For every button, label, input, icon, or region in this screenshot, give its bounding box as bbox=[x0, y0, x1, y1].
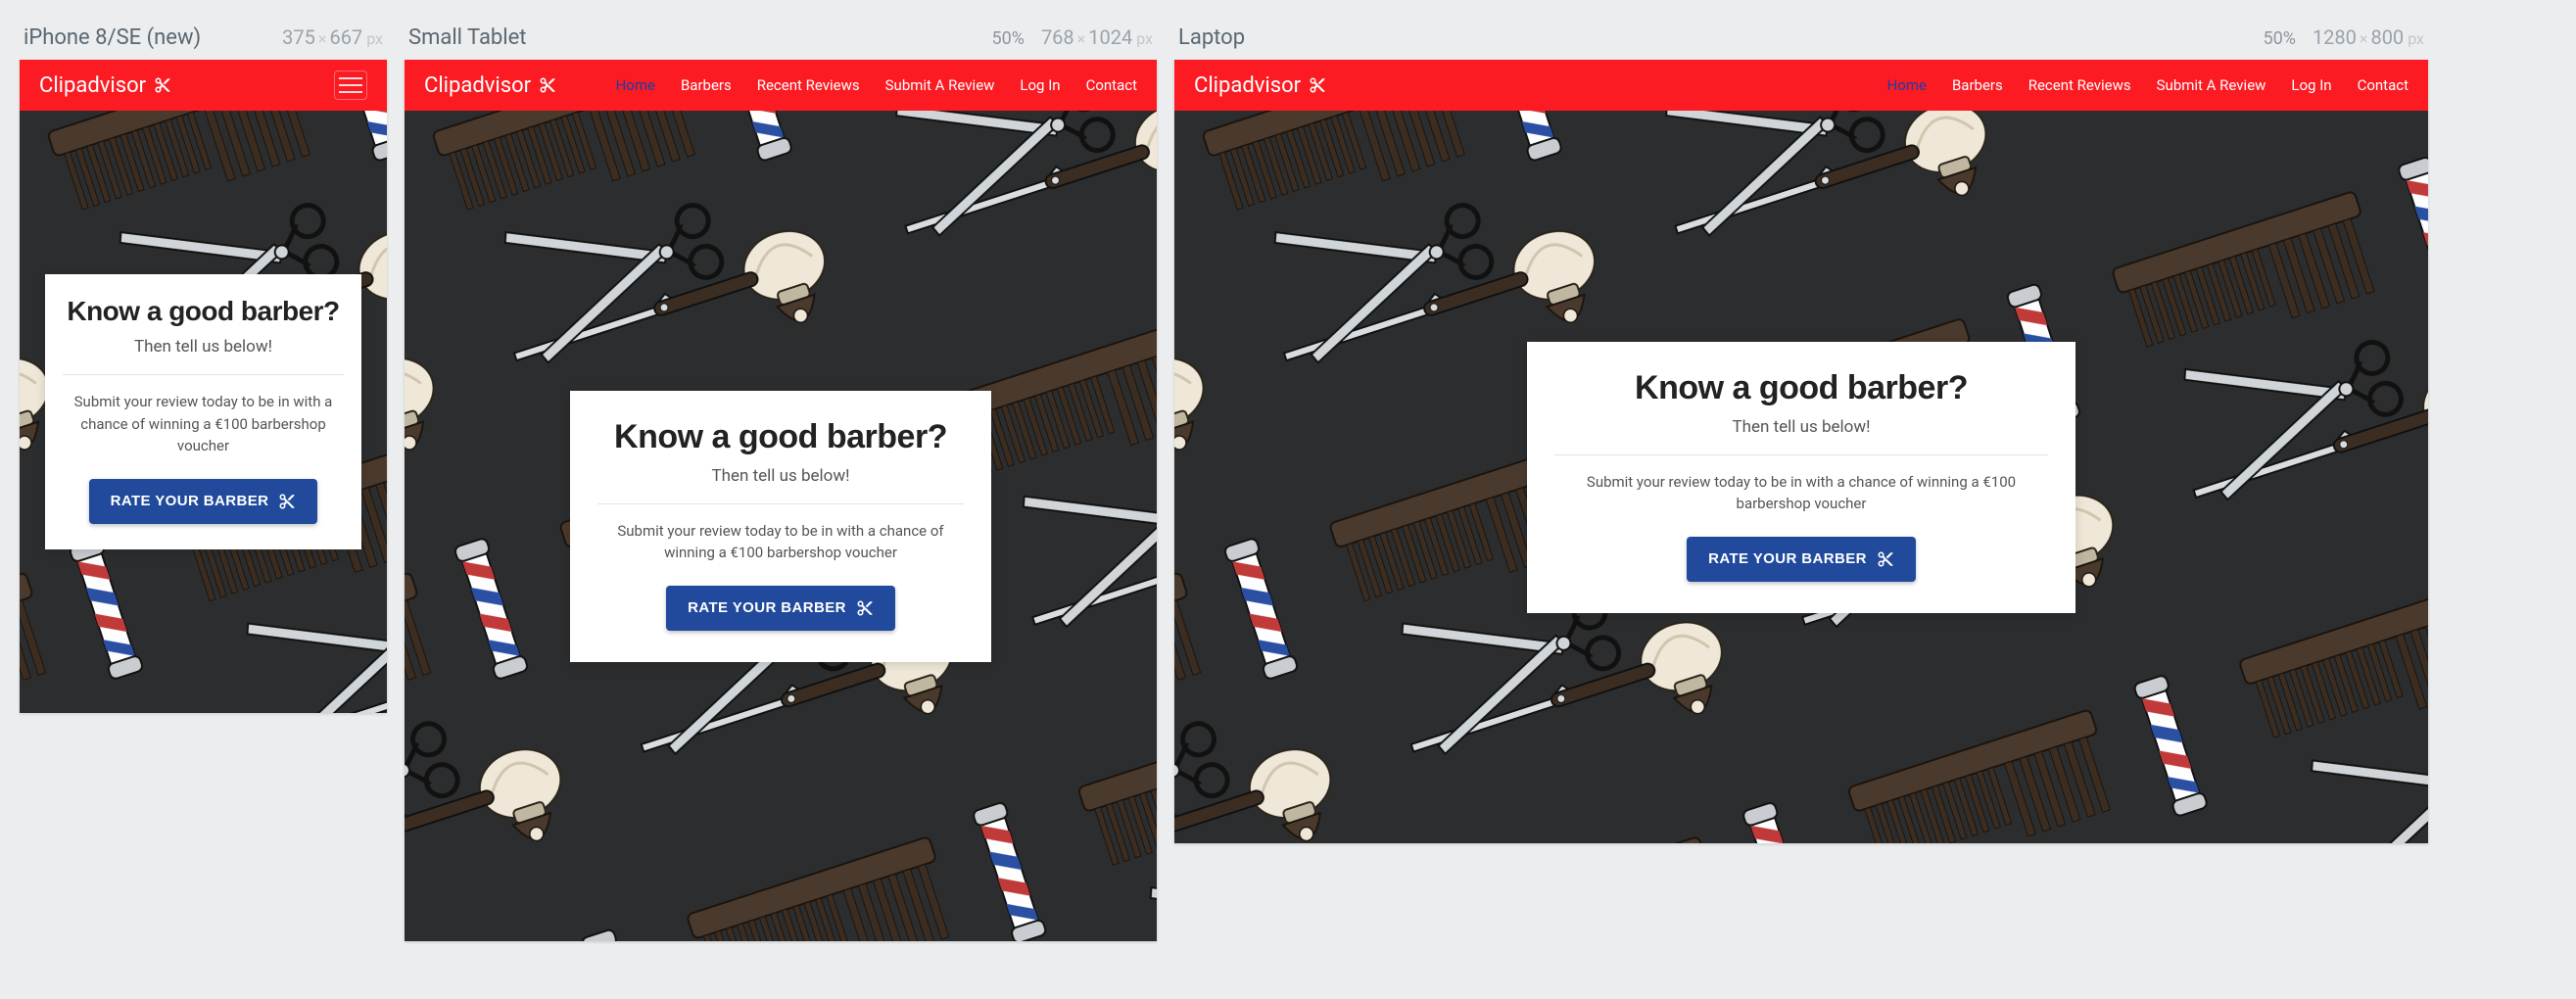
scissors-icon bbox=[856, 599, 874, 617]
rate-barber-button[interactable]: RATE YOUR BARBER bbox=[89, 479, 318, 524]
scissors-icon bbox=[539, 76, 556, 94]
nav-login[interactable]: Log In bbox=[1020, 76, 1060, 94]
brand[interactable]: Clipadvisor bbox=[424, 73, 556, 98]
hero-card: Know a good barber? Then tell us below! … bbox=[1527, 342, 2075, 613]
rate-barber-button[interactable]: RATE YOUR BARBER bbox=[666, 586, 895, 631]
cta-label: RATE YOUR BARBER bbox=[688, 599, 846, 616]
hero-card: Know a good barber? Then tell us below! … bbox=[570, 391, 991, 662]
frame-label: Small Tablet bbox=[408, 25, 527, 50]
cta-label: RATE YOUR BARBER bbox=[111, 493, 269, 509]
nav-submit-review[interactable]: Submit A Review bbox=[885, 76, 995, 94]
hero-promo: Submit your review today to be in with a… bbox=[63, 391, 344, 457]
hero-promo: Submit your review today to be in with a… bbox=[597, 520, 964, 564]
brand-text: Clipadvisor bbox=[424, 73, 531, 98]
nav-home[interactable]: Home bbox=[1887, 76, 1927, 94]
nav-recent-reviews[interactable]: Recent Reviews bbox=[2028, 76, 2131, 94]
hero-title: Know a good barber? bbox=[597, 418, 964, 456]
navbar: Clipadvisor bbox=[20, 60, 387, 111]
nav-recent-reviews[interactable]: Recent Reviews bbox=[757, 76, 860, 94]
nav-toggle-button[interactable] bbox=[334, 71, 367, 100]
cta-label: RATE YOUR BARBER bbox=[1708, 550, 1867, 567]
hero-subtitle: Then tell us below! bbox=[1554, 417, 2048, 437]
brand-text: Clipadvisor bbox=[39, 73, 146, 98]
viewport-tablet: Clipadvisor Home Barbers Recent Reviews … bbox=[405, 60, 1157, 941]
nav-login[interactable]: Log In bbox=[2291, 76, 2331, 94]
frame-header-laptop: Laptop 50% 1280×800px bbox=[1174, 20, 2428, 60]
nav-submit-review[interactable]: Submit A Review bbox=[2157, 76, 2266, 94]
nav-home[interactable]: Home bbox=[616, 76, 655, 94]
brand-text: Clipadvisor bbox=[1194, 73, 1301, 98]
viewport-laptop: Clipadvisor Home Barbers Recent Reviews … bbox=[1174, 60, 2428, 843]
hero-promo: Submit your review today to be in with a… bbox=[1554, 471, 2048, 515]
scissors-icon bbox=[154, 76, 171, 94]
frame-label: Laptop bbox=[1178, 25, 1245, 50]
hero-title: Know a good barber? bbox=[63, 296, 344, 327]
frame-header-mobile: iPhone 8/SE (new) 375×667px bbox=[20, 20, 387, 60]
hero: Know a good barber? Then tell us below! … bbox=[20, 111, 387, 713]
scissors-icon bbox=[1309, 76, 1326, 94]
nav-contact[interactable]: Contact bbox=[1086, 76, 1137, 94]
scissors-icon bbox=[1877, 550, 1894, 568]
nav-barbers[interactable]: Barbers bbox=[1952, 76, 2003, 94]
hero-subtitle: Then tell us below! bbox=[597, 466, 964, 486]
nav-links: Home Barbers Recent Reviews Submit A Rev… bbox=[1887, 76, 2409, 94]
frame-label: iPhone 8/SE (new) bbox=[24, 25, 201, 50]
hero: Know a good barber? Then tell us below! … bbox=[405, 111, 1157, 941]
hero-title: Know a good barber? bbox=[1554, 369, 2048, 407]
frame-dims: 50% 768×1024px bbox=[992, 25, 1153, 49]
hero-subtitle: Then tell us below! bbox=[63, 337, 344, 357]
frame-header-tablet: Small Tablet 50% 768×1024px bbox=[405, 20, 1157, 60]
nav-links: Home Barbers Recent Reviews Submit A Rev… bbox=[616, 76, 1137, 94]
nav-barbers[interactable]: Barbers bbox=[681, 76, 732, 94]
frame-dims: 50% 1280×800px bbox=[2264, 25, 2424, 49]
hero-card: Know a good barber? Then tell us below! … bbox=[45, 274, 361, 549]
frame-dims: 375×667px bbox=[282, 25, 383, 49]
divider bbox=[1554, 454, 2048, 455]
rate-barber-button[interactable]: RATE YOUR BARBER bbox=[1687, 537, 1916, 582]
scissors-icon bbox=[278, 493, 296, 510]
hero: Know a good barber? Then tell us below! … bbox=[1174, 111, 2428, 843]
nav-contact[interactable]: Contact bbox=[2358, 76, 2409, 94]
divider bbox=[597, 503, 964, 504]
navbar: Clipadvisor Home Barbers Recent Reviews … bbox=[1174, 60, 2428, 111]
divider bbox=[63, 374, 344, 375]
navbar: Clipadvisor Home Barbers Recent Reviews … bbox=[405, 60, 1157, 111]
viewport-mobile: Clipadvisor Know a good barber? Then tel… bbox=[20, 60, 387, 713]
brand[interactable]: Clipadvisor bbox=[1194, 73, 1326, 98]
brand[interactable]: Clipadvisor bbox=[39, 73, 171, 98]
